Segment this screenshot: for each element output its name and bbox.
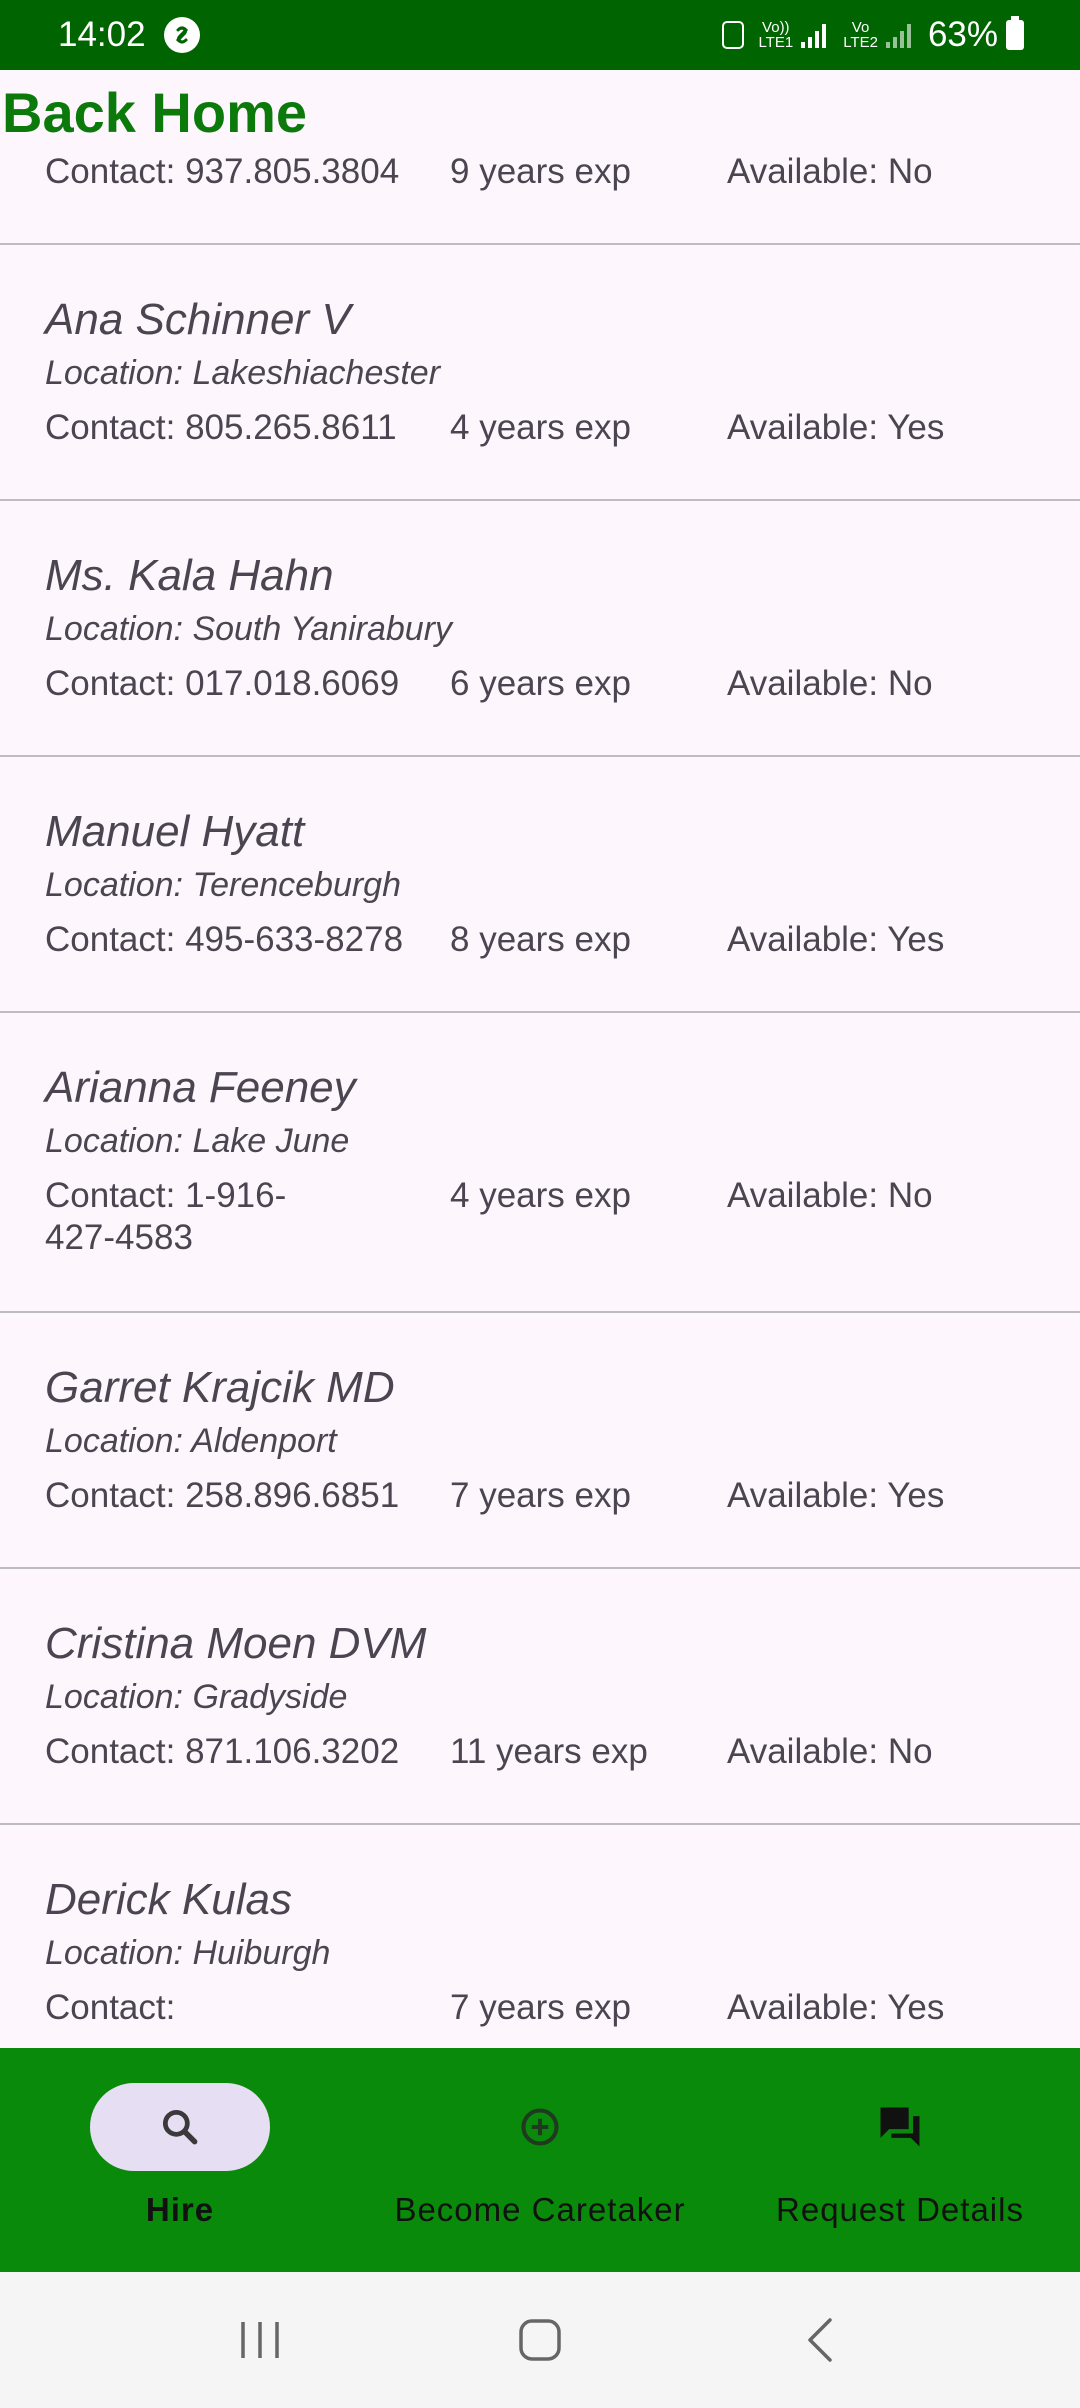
caretaker-contact: Contact: 871.106.3202 <box>45 1732 400 1771</box>
signal-icon-2 <box>885 22 914 48</box>
caretaker-contact: Contact: 017.018.6069 <box>45 664 400 703</box>
status-left: 14:02 <box>58 15 200 55</box>
caretaker-location: Location: Aldenport <box>45 1422 337 1460</box>
network-label-1: Vo)) LTE1 <box>758 20 793 50</box>
data-saver-icon <box>722 21 745 49</box>
lte-label-1: LTE1 <box>758 34 794 51</box>
caretaker-card[interactable]: Cristina Moen DVM Location: Gradyside Co… <box>0 1569 1080 1825</box>
caretaker-location: Location: Huiburgh <box>45 1934 331 1972</box>
caretaker-name: Ana Schinner V <box>45 295 351 344</box>
nav-item-hire[interactable]: Hire <box>0 2048 360 2272</box>
caretaker-experience: 7 years exp <box>450 1988 631 2027</box>
caretaker-contact: Contact: 805.265.8611 <box>45 408 397 447</box>
nav-request-indicator[interactable] <box>810 2083 990 2171</box>
shazam-notification-icon <box>163 17 200 53</box>
nav-become-indicator[interactable] <box>450 2083 630 2171</box>
battery-percent: 63% <box>927 15 998 54</box>
caretaker-location: Location: Terenceburgh <box>45 866 402 904</box>
add-circle-icon <box>521 2108 559 2146</box>
nav-request-label: Request Details <box>776 2191 1024 2228</box>
caretaker-experience: 4 years exp <box>450 408 631 447</box>
caretaker-location: Location: Gradyside <box>45 1678 348 1716</box>
caretaker-name: Garret Krajcik MD <box>45 1363 395 1412</box>
nav-hire-label: Hire <box>145 2191 215 2228</box>
caretaker-experience: 7 years exp <box>450 1476 631 1515</box>
caretaker-list[interactable]: Contact: 937.805.3804 9 years exp Availa… <box>0 70 1080 2048</box>
nav-item-request-details[interactable]: Request Details <box>720 2048 1080 2272</box>
search-icon <box>162 2109 198 2145</box>
caretaker-experience: 11 years exp <box>450 1732 648 1771</box>
recent-apps-button[interactable] <box>220 2300 300 2380</box>
caretaker-experience: 6 years exp <box>450 664 631 703</box>
status-right: Vo)) LTE1 Vo LTE2 63% <box>722 15 1024 55</box>
nav-hire-indicator[interactable] <box>90 2083 270 2171</box>
caretaker-availability: Available: No <box>727 1176 933 1215</box>
caretaker-card[interactable]: Arianna Feeney Location: Lake June Conta… <box>0 1013 1080 1313</box>
caretaker-contact: Contact: 495-633-8278 <box>45 920 404 959</box>
caretaker-location: Location: Lake June <box>45 1122 350 1160</box>
home-icon <box>519 2319 561 2361</box>
caretaker-card[interactable]: Derick Kulas Location: Huiburgh Contact:… <box>0 1825 1080 2048</box>
caretaker-name: Ms. Kala Hahn <box>45 551 334 600</box>
back-home-button[interactable]: Back Home <box>2 80 307 146</box>
caretaker-contact: Contact: 258.896.6851 <box>45 1476 400 1515</box>
caretaker-location: Location: Lakeshiachester <box>45 354 441 392</box>
status-time: 14:02 <box>58 15 146 54</box>
lte-label-2: LTE2 <box>843 34 878 51</box>
caretaker-card[interactable]: Garret Krajcik MD Location: Aldenport Co… <box>0 1313 1080 1569</box>
caretaker-availability: Available: No <box>727 152 933 191</box>
back-chevron-icon <box>808 2318 832 2362</box>
forum-icon <box>880 2107 920 2147</box>
caretaker-name: Arianna Feeney <box>45 1063 356 1112</box>
caretaker-contact: Contact: <box>45 1988 176 2027</box>
network-label-2: Vo LTE2 <box>843 20 878 50</box>
caretaker-experience: 9 years exp <box>450 152 631 191</box>
caretaker-availability: Available: Yes <box>727 1476 945 1515</box>
home-button[interactable] <box>500 2300 580 2380</box>
battery-icon <box>1006 16 1024 50</box>
nav-become-label: Become Caretaker <box>394 2191 686 2228</box>
signal-icon-1 <box>801 22 829 48</box>
caretaker-availability: Available: Yes <box>727 920 945 959</box>
status-bar: 14:02 Vo)) LTE1 Vo LTE2 63% <box>0 0 1080 70</box>
caretaker-card[interactable]: Manuel Hyatt Location: Terenceburgh Cont… <box>0 757 1080 1013</box>
caretaker-name: Derick Kulas <box>45 1875 292 1924</box>
back-button[interactable] <box>780 2300 860 2380</box>
caretaker-list-content: Contact: 937.805.3804 9 years exp Availa… <box>0 70 1080 2048</box>
caretaker-experience: 4 years exp <box>450 1176 631 1215</box>
caretaker-contact: Contact: 937.805.3804 <box>45 152 400 191</box>
caretaker-availability: Available: Yes <box>727 408 945 447</box>
caretaker-availability: Available: No <box>727 664 933 703</box>
caretaker-experience: 8 years exp <box>450 920 631 959</box>
caretaker-availability: Available: No <box>727 1732 933 1771</box>
caretaker-name: Cristina Moen DVM <box>45 1619 427 1668</box>
system-navigation-bar <box>0 2272 1080 2408</box>
nav-item-become-caretaker[interactable]: Become Caretaker <box>360 2048 720 2272</box>
caretaker-card[interactable]: Ms. Kala Hahn Location: South Yanirabury… <box>0 501 1080 757</box>
recent-apps-icon <box>241 2322 279 2358</box>
caretaker-name: Manuel Hyatt <box>45 807 305 856</box>
caretaker-contact: Contact: 1-916-427-4583 <box>45 1176 287 1257</box>
bottom-navigation: Hire Become Caretaker Request Details <box>0 2048 1080 2272</box>
caretaker-availability: Available: Yes <box>727 1988 945 2027</box>
caretaker-location: Location: South Yanirabury <box>45 610 453 648</box>
caretaker-card[interactable]: Ana Schinner V Location: Lakeshiachester… <box>0 245 1080 501</box>
